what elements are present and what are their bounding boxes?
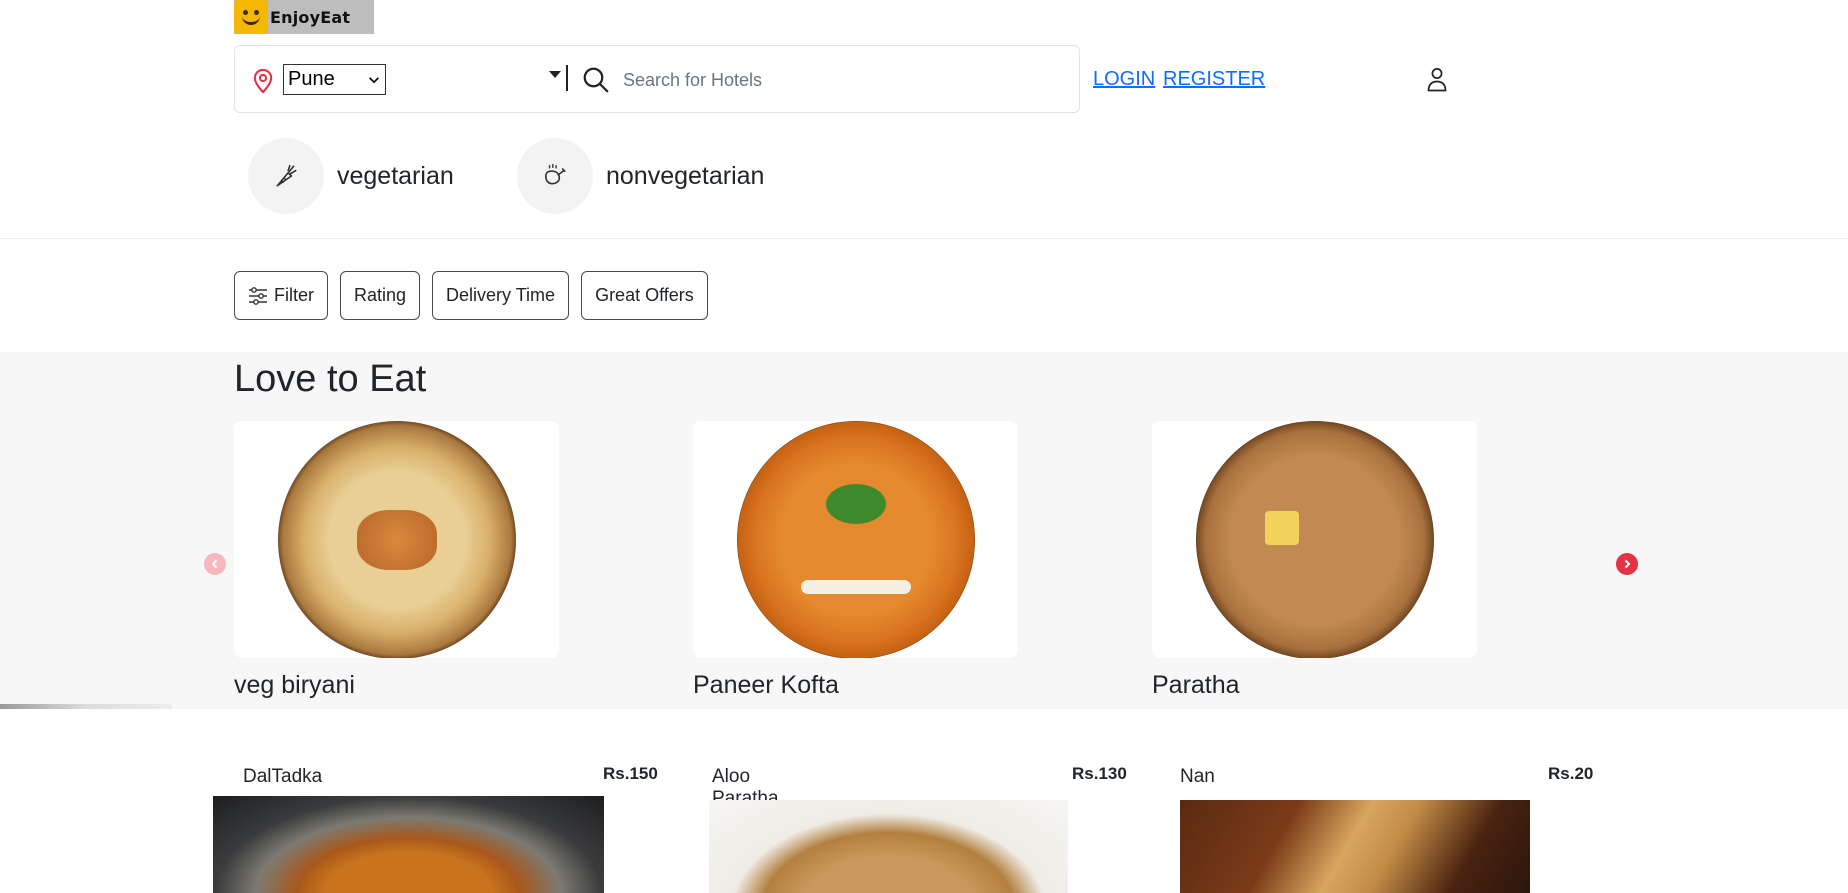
carousel-prev-button[interactable] [204, 553, 226, 575]
city-select[interactable]: Pune [283, 64, 386, 95]
carousel-item-label: Paneer Kofta [693, 671, 839, 699]
rating-filter-button[interactable]: Rating [340, 271, 421, 320]
delivery-time-filter-label: Delivery Time [446, 285, 556, 305]
carousel-item-label: Paratha [1152, 671, 1240, 699]
menu-item-name: Nan [1180, 766, 1215, 787]
carousel-item[interactable]: veg biryani [234, 421, 559, 700]
great-offers-filter-label: Great Offers [595, 285, 694, 305]
city-select-value: Pune [288, 68, 335, 90]
logo-text: EnjoyEat [270, 7, 351, 27]
menu-item-price: Rs.130 [1072, 764, 1127, 783]
menu-item-name: DalTadka [243, 766, 323, 787]
filter-bar: Filter Rating Delivery Time Great Offers [234, 271, 708, 320]
dal-tadka-image [213, 796, 604, 893]
menu-item-price: Rs.20 [1548, 764, 1594, 783]
register-link[interactable]: REGISTER [1163, 68, 1265, 91]
dropdown-caret-icon[interactable] [549, 71, 561, 78]
user-icon[interactable] [1425, 66, 1449, 92]
great-offers-filter-button[interactable]: Great Offers [581, 271, 708, 320]
category-vegetarian[interactable]: vegetarian [248, 138, 454, 214]
love-to-eat-section: Love to Eat veg biryani Paneer Kofta Par… [0, 352, 1848, 709]
category-label: vegetarian [337, 161, 454, 190]
section-title: Love to Eat [234, 358, 427, 400]
rating-filter-label: Rating [354, 285, 407, 305]
filter-button[interactable]: Filter [234, 271, 328, 320]
chevron-left-icon [211, 559, 218, 569]
carousel-item[interactable]: Paneer Kofta [693, 421, 1018, 700]
chicken-leg-icon [544, 163, 566, 185]
location-pin-icon [253, 68, 273, 94]
carousel-item-label: veg biryani [234, 671, 355, 699]
carousel-item[interactable]: Paratha [1152, 421, 1477, 700]
food-image-paratha [1152, 421, 1477, 658]
search-bar: Pune [234, 45, 1080, 113]
chevron-right-icon [1624, 559, 1631, 569]
chevron-down-icon [369, 76, 379, 83]
loading-bar [0, 704, 172, 709]
carrot-icon [276, 164, 297, 187]
category-label: nonvegetarian [606, 161, 765, 190]
delivery-time-filter-button[interactable]: Delivery Time [432, 271, 570, 320]
food-image-paneer-kofta [693, 421, 1018, 658]
logo[interactable]: EnjoyEat [234, 0, 374, 34]
login-link[interactable]: LOGIN [1093, 68, 1155, 91]
search-input[interactable] [623, 62, 1063, 98]
smiley-logo-icon [234, 0, 268, 34]
food-image-veg-biryani [234, 421, 559, 658]
category-nonvegetarian[interactable]: nonvegetarian [517, 138, 764, 214]
sliders-icon [249, 286, 267, 305]
search-icon [583, 67, 609, 93]
menu-item-price: Rs.150 [603, 764, 658, 783]
divider [0, 238, 1848, 239]
filter-button-label: Filter [274, 285, 314, 305]
carousel-next-button[interactable] [1616, 553, 1638, 575]
aloo-paratha-image [709, 800, 1068, 893]
nan-image [1180, 800, 1530, 893]
separator [566, 65, 568, 91]
